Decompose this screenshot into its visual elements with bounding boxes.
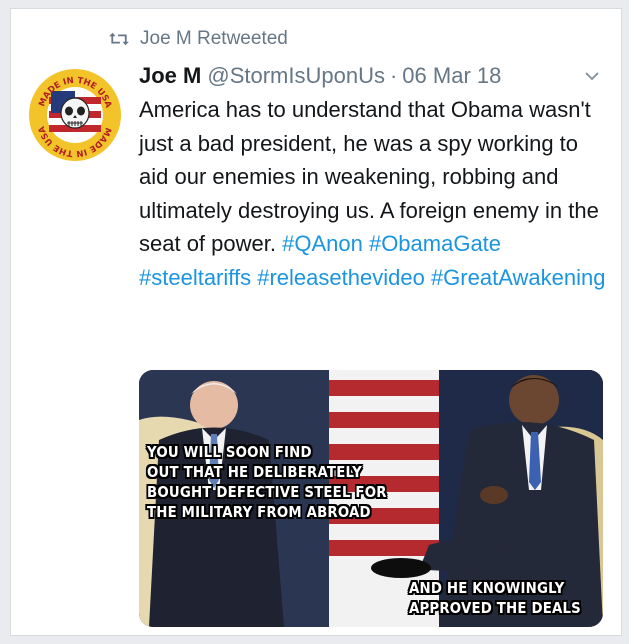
avatar[interactable]: MADE IN THE USA MADE IN THE USA — [29, 69, 121, 161]
tweet-media-image[interactable]: YOU WILL SOON FIND OUT THAT HE DELIBERAT… — [139, 370, 603, 627]
retweet-label: Joe M Retweeted — [140, 28, 288, 49]
caption-line: YOU WILL SOON FIND — [147, 443, 312, 461]
chevron-down-icon[interactable] — [583, 67, 601, 85]
tweet-card[interactable]: Joe M Retweeted MADE IN THE USA MADE IN … — [10, 8, 622, 636]
header-separator: · — [389, 63, 398, 88]
caption-line: BOUGHT DEFECTIVE STEEL FOR — [147, 483, 387, 501]
hashtag-releasethevideo[interactable]: #releasethevideo — [257, 265, 425, 290]
hashtag-obamagate[interactable]: #ObamaGate — [369, 231, 501, 256]
caption-line: APPROVED THE DEALS — [409, 599, 581, 617]
hashtag-greatawakening[interactable]: #GreatAwakening — [431, 265, 606, 290]
tweet-text: America has to understand that Obama was… — [139, 93, 609, 294]
caption-line: OUT THAT HE DELIBERATELY — [147, 463, 362, 481]
retweet-context[interactable]: Joe M Retweeted — [108, 27, 288, 51]
display-name[interactable]: Joe M — [139, 63, 201, 89]
caption-line: AND HE KNOWINGLY — [409, 579, 565, 597]
hashtag-steeltariffs[interactable]: #steeltariffs — [139, 265, 251, 290]
retweet-icon — [108, 30, 130, 48]
tweet-date[interactable]: 06 Mar 18 — [402, 63, 501, 89]
caption-line: THE MILITARY FROM ABROAD — [147, 503, 371, 521]
meme-caption-bottom: AND HE KNOWINGLY APPROVED THE DEALS — [409, 578, 581, 618]
user-handle[interactable]: @StormIsUponUs — [207, 63, 385, 89]
avatar-badge: MADE IN THE USA MADE IN THE USA — [30, 70, 120, 160]
hashtag-qanon[interactable]: #QAnon — [282, 231, 363, 256]
tweet-header: Joe M @StormIsUponUs · 06 Mar 18 — [139, 61, 601, 91]
meme-caption-top: YOU WILL SOON FIND OUT THAT HE DELIBERAT… — [147, 442, 387, 522]
